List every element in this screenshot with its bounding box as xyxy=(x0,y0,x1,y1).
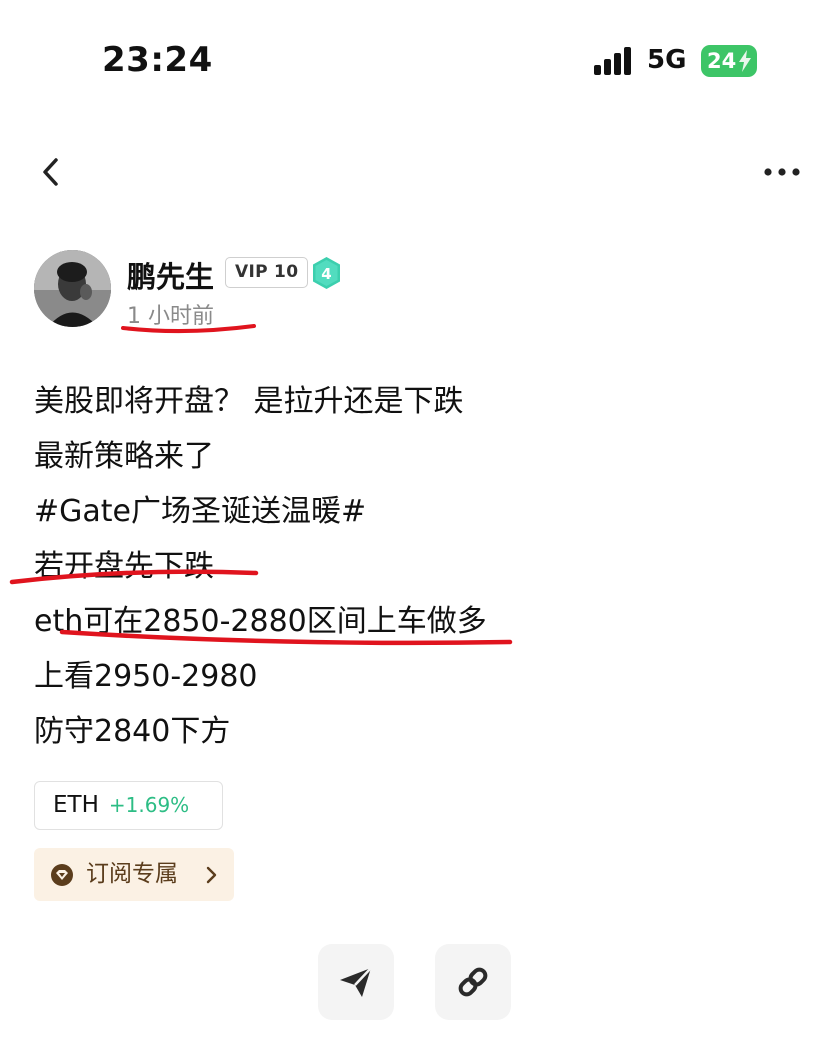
post-line: eth可在2850-2880区间上车做多 xyxy=(34,604,487,639)
token-chip[interactable]: ETH +1.69% xyxy=(34,781,223,830)
share-button[interactable] xyxy=(318,944,394,1020)
avatar[interactable] xyxy=(34,250,111,327)
back-icon xyxy=(43,158,58,186)
post-line: 防守2840下方 xyxy=(34,714,231,749)
vip-badge: VIP 10 xyxy=(225,257,309,288)
network-type: 5G xyxy=(647,45,687,75)
signal-icon xyxy=(594,47,634,75)
author-header: 鹏先生 VIP 10 4 1 小时前 xyxy=(34,250,794,330)
chevron-right-icon xyxy=(206,866,217,884)
avatar-image xyxy=(34,250,111,327)
post-line: 美股即将开盘？ 是拉升还是下跌 xyxy=(34,384,464,419)
post-content: 美股即将开盘？ 是拉升还是下跌 最新策略来了 #Gate广场圣诞送温暖# 若开盘… xyxy=(34,374,794,759)
link-icon xyxy=(458,967,488,997)
charging-bolt-icon xyxy=(739,50,751,72)
token-symbol: ETH xyxy=(53,792,99,818)
token-change: +1.69% xyxy=(108,793,190,817)
status-bar: 23:24 5G 24 xyxy=(0,0,828,120)
back-button[interactable] xyxy=(30,150,74,194)
level-badge: 4 xyxy=(311,256,342,290)
post-line: 最新策略来了 xyxy=(34,439,214,474)
subscribe-label: 订阅专属 xyxy=(86,861,178,887)
diamond-icon xyxy=(51,864,73,886)
level-badge-icon: 4 xyxy=(313,257,340,289)
post-hashtag[interactable]: #Gate广场圣诞送温暖# xyxy=(34,484,794,539)
post-line: 若开盘先下跌 xyxy=(34,549,214,584)
more-button[interactable] xyxy=(758,154,806,190)
send-icon xyxy=(340,967,372,997)
status-time: 23:24 xyxy=(102,40,213,80)
battery-level: 24 xyxy=(707,49,737,73)
top-nav xyxy=(0,140,828,204)
copy-link-button[interactable] xyxy=(435,944,511,1020)
post-time: 1 小时前 xyxy=(127,304,214,329)
author-name[interactable]: 鹏先生 xyxy=(127,254,214,296)
subscribe-exclusive-button[interactable]: 订阅专属 xyxy=(34,848,234,901)
level-number: 4 xyxy=(321,265,331,283)
battery-icon: 24 xyxy=(701,45,757,77)
more-icon xyxy=(764,168,800,176)
post-line: 上看2950-2980 xyxy=(34,659,258,694)
